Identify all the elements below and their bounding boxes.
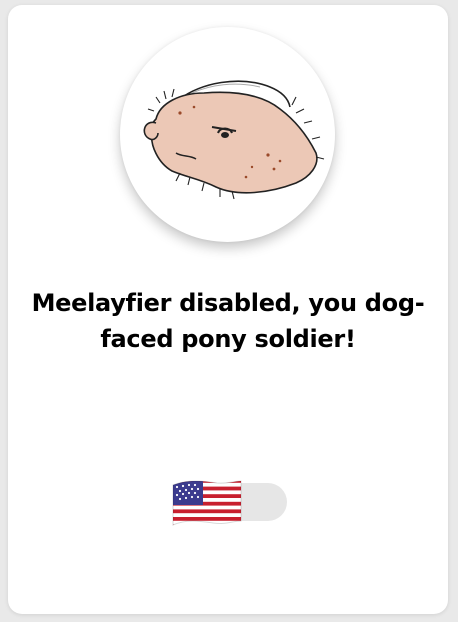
meelayfier-card: Meelayfier disabled, you dog- faced pony… xyxy=(8,5,448,614)
status-message-line-1: Meelayfier disabled, you dog- xyxy=(31,289,425,317)
status-message: Meelayfier disabled, you dog- faced pony… xyxy=(28,285,428,357)
us-flag-icon[interactable] xyxy=(169,475,245,531)
status-message-line-2: faced pony soldier! xyxy=(100,325,356,353)
avatar xyxy=(120,27,335,242)
meelayfier-toggle[interactable] xyxy=(169,475,289,531)
cartoon-face-illustration xyxy=(143,80,325,200)
